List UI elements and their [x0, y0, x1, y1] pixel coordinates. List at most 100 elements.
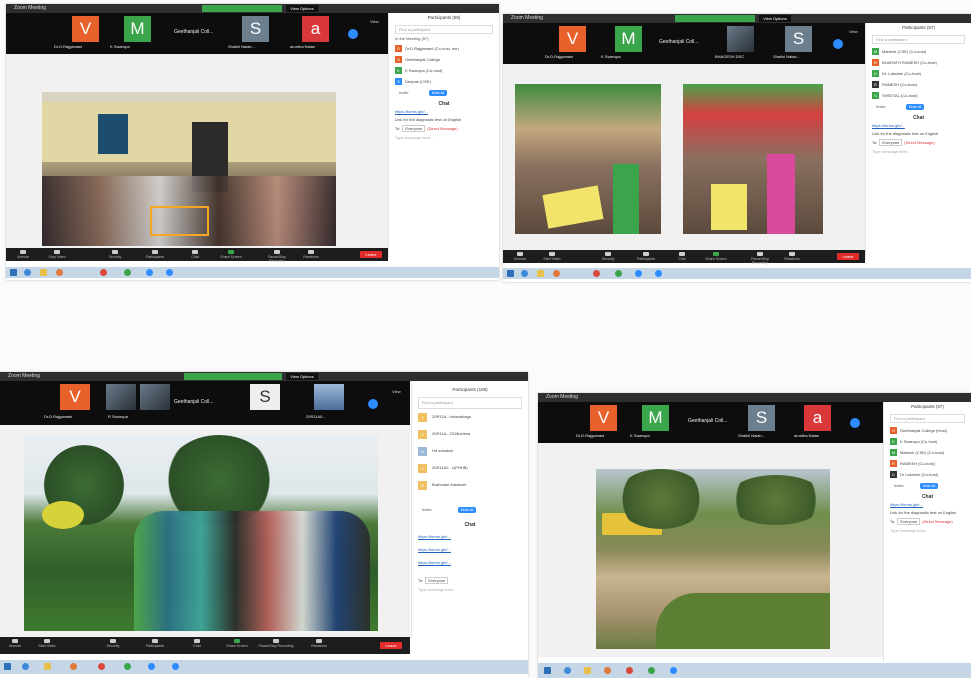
video-tile[interactable]: a — [302, 16, 329, 42]
mute-all-button[interactable]: Mute All — [906, 104, 924, 110]
mute-all-button[interactable]: Mute All — [920, 483, 938, 489]
reactions-button[interactable]: Reactions — [298, 250, 324, 259]
participant-row[interactable]: B Brahmam Kalaburh — [418, 479, 522, 496]
video-tile[interactable]: V — [559, 26, 586, 52]
invite-button[interactable]: Invite — [399, 90, 409, 95]
video-tile[interactable] — [314, 384, 344, 410]
chrome-icon[interactable] — [615, 270, 622, 277]
participant-row[interactable]: M Mahesh (CSE) (Co-host) — [872, 46, 965, 57]
video-tile[interactable] — [727, 26, 754, 52]
video-tile[interactable]: a — [804, 405, 831, 431]
media-icon[interactable] — [56, 269, 63, 276]
participant-row[interactable]: KK Swarupa (Co-host) — [395, 65, 493, 76]
chrome-icon[interactable] — [100, 269, 107, 276]
recipient-select[interactable]: Everyone — [402, 125, 426, 132]
video-tile[interactable]: S — [242, 16, 269, 42]
participant-row[interactable]: D Dr.D.Rajgamani (Co-host, me) — [395, 43, 493, 54]
participant-row[interactable]: H Hd subaksh — [418, 445, 522, 462]
next-page-icon[interactable] — [348, 29, 358, 39]
video-button[interactable]: Start Video — [34, 639, 60, 648]
video-tile[interactable]: S — [250, 384, 280, 410]
zoom-icon[interactable] — [655, 270, 662, 277]
participant-row[interactable]: R RAMESH (Co-host) — [890, 458, 965, 469]
recipient-select[interactable]: Everyone — [425, 577, 449, 584]
recording-button[interactable]: Pause/Stop Recording — [260, 250, 294, 263]
video-tile[interactable]: S — [748, 405, 775, 431]
security-button[interactable]: Security — [102, 250, 128, 259]
chat-link[interactable]: https://forms.gle/... — [890, 502, 965, 507]
share-screen-button[interactable]: Share Screen — [703, 252, 729, 261]
start-icon[interactable] — [544, 667, 551, 674]
chrome-icon[interactable] — [626, 667, 633, 674]
mute-button[interactable]: Unmute — [2, 639, 28, 648]
participant-row[interactable]: S SHEETAL (Co-host) — [872, 90, 965, 101]
mute-button[interactable]: Unmute — [10, 250, 36, 259]
chrome-icon[interactable] — [98, 663, 105, 670]
chat-link[interactable]: https://forms.gle/... — [418, 534, 522, 539]
leave-button[interactable]: Leave — [360, 251, 382, 258]
edge-icon[interactable] — [24, 269, 31, 276]
leave-button[interactable]: Leave — [837, 253, 859, 260]
video-tile[interactable]: V — [590, 405, 617, 431]
find-participant-input[interactable]: Find a participant — [890, 414, 965, 423]
video-tile[interactable]: V — [60, 384, 90, 410]
mute-all-button[interactable]: Mute All — [429, 90, 447, 96]
media-icon[interactable] — [70, 663, 77, 670]
participant-row[interactable]: G Geethanjali College — [395, 54, 493, 65]
zoom-icon[interactable] — [146, 269, 153, 276]
view-options-button[interactable]: View Options — [759, 15, 791, 22]
chrome-icon[interactable] — [124, 269, 131, 276]
mute-button[interactable]: Unmute — [507, 252, 533, 261]
video-button[interactable]: Stop Video — [44, 250, 70, 259]
video-tile[interactable]: V — [72, 16, 99, 42]
participants-button[interactable]: Participants — [142, 250, 168, 259]
edge-icon[interactable] — [521, 270, 528, 277]
chat-input[interactable]: Type message here... — [872, 149, 965, 154]
video-tile[interactable] — [106, 384, 136, 410]
video-tile[interactable]: S — [785, 26, 812, 52]
chat-link[interactable]: https://forms.gle/... — [395, 109, 493, 114]
folder-icon[interactable] — [537, 270, 544, 277]
leave-button[interactable]: Leave — [380, 642, 402, 649]
view-button[interactable]: View — [370, 19, 379, 24]
chat-button[interactable]: Chat — [669, 252, 695, 261]
chrome-icon[interactable] — [593, 270, 600, 277]
folder-icon[interactable] — [584, 667, 591, 674]
participant-row[interactable]: KK Swarupa (Co-host) — [890, 436, 965, 447]
view-button[interactable]: View — [849, 29, 858, 34]
zoom-icon[interactable] — [635, 270, 642, 277]
zoom-icon[interactable] — [670, 667, 677, 674]
start-icon[interactable] — [10, 269, 17, 276]
invite-button[interactable]: Invite — [876, 104, 886, 109]
participant-row[interactable]: D Dr. Lakshmi (Co-host) — [872, 68, 965, 79]
view-options-button[interactable]: View Options — [286, 373, 318, 380]
invite-button[interactable]: Invite — [422, 507, 432, 512]
next-page-icon[interactable] — [368, 399, 378, 409]
invite-button[interactable]: Invite — [894, 483, 904, 488]
chat-input[interactable]: Type message here... — [395, 135, 493, 140]
participants-button[interactable]: Participants — [142, 639, 168, 648]
reactions-button[interactable]: Reactions — [306, 639, 332, 648]
chat-button[interactable]: Chat — [182, 250, 208, 259]
participant-row[interactable]: R RAMESH (Co-host) — [872, 79, 965, 90]
edge-icon[interactable] — [22, 663, 29, 670]
next-page-icon[interactable] — [833, 39, 843, 49]
zoom-icon[interactable] — [148, 663, 155, 670]
view-button[interactable]: View — [392, 389, 401, 394]
security-button[interactable]: Security — [100, 639, 126, 648]
find-participant-input[interactable]: Find a participant — [872, 35, 965, 44]
mute-all-button[interactable]: Mute All — [458, 507, 476, 513]
chrome-icon[interactable] — [124, 663, 131, 670]
participants-button[interactable]: Participants — [633, 252, 659, 261]
chat-link[interactable]: https://forms.gle/... — [418, 560, 522, 565]
participant-row[interactable]: 2 20R11A0...1(PHHB) — [418, 462, 522, 479]
security-button[interactable]: Security — [595, 252, 621, 261]
find-participant-input[interactable]: Find a participant — [418, 397, 522, 409]
participant-row[interactable]: D Dr Lakshmi (Co-host) — [890, 469, 965, 480]
recording-button[interactable]: Pause/Stop Recording — [743, 252, 777, 265]
zoom-icon[interactable] — [172, 663, 179, 670]
next-page-icon[interactable] — [850, 418, 860, 428]
chat-link[interactable]: https://forms.gle/... — [418, 547, 522, 552]
video-tile[interactable]: M — [615, 26, 642, 52]
share-screen-button[interactable]: Share Screen — [224, 639, 250, 648]
